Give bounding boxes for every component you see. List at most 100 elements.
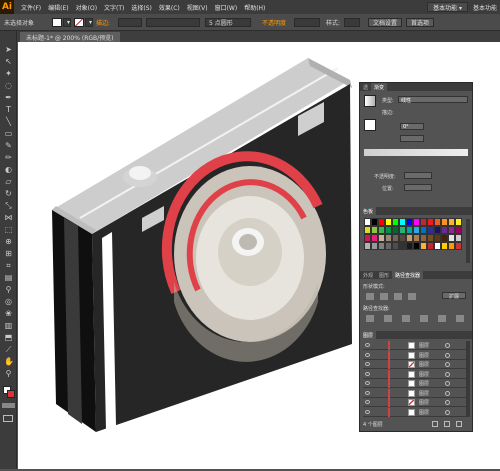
swatch[interactable]: [371, 218, 378, 226]
tab-appearance[interactable]: 外观: [360, 271, 376, 279]
swatch[interactable]: [392, 242, 399, 250]
tab-gradient[interactable]: 渐变: [371, 83, 388, 91]
menu-effect[interactable]: 效果(C): [159, 3, 180, 12]
minus-front-icon[interactable]: [380, 293, 388, 300]
swatch[interactable]: [427, 242, 434, 250]
layer-target-icon[interactable]: [445, 400, 450, 405]
swatch[interactable]: [399, 226, 406, 234]
pen-icon[interactable]: ✒: [4, 93, 13, 102]
outline-icon[interactable]: [438, 315, 446, 322]
swatch[interactable]: [427, 218, 434, 226]
swatch[interactable]: [413, 234, 420, 242]
artboard-icon[interactable]: ⬒: [4, 333, 13, 342]
gradient-preview[interactable]: [364, 95, 376, 107]
swatch[interactable]: [406, 242, 413, 250]
layer-row[interactable]: 图层: [363, 350, 470, 360]
preferences-button[interactable]: 首选项: [406, 18, 435, 27]
swatch[interactable]: [392, 226, 399, 234]
swatch[interactable]: [448, 234, 455, 242]
tab-transparency[interactable]: 透: [360, 83, 371, 91]
document-setup-button[interactable]: 文档设置: [368, 18, 403, 27]
intersect-icon[interactable]: [394, 293, 402, 300]
document-tab[interactable]: 未标题-1* @ 200% (RGB/预览): [20, 32, 120, 42]
crop-icon[interactable]: [420, 315, 428, 322]
swatch[interactable]: [455, 242, 462, 250]
menu-view[interactable]: 视图(V): [187, 3, 208, 12]
swatch[interactable]: [371, 242, 378, 250]
magic-wand-icon[interactable]: ✦: [4, 69, 13, 78]
menu-object[interactable]: 对象(O): [76, 3, 97, 12]
menu-help[interactable]: 帮助(H): [244, 3, 265, 12]
stroke-dropdown[interactable]: ▾: [85, 18, 93, 27]
brush-dropdown[interactable]: 5 点圆形: [205, 18, 251, 27]
workspace-button[interactable]: 基本功能 ▾: [427, 2, 468, 12]
swatch[interactable]: [399, 218, 406, 226]
delete-layer-icon[interactable]: [456, 421, 462, 427]
screen-mode-icon[interactable]: [3, 415, 13, 422]
fill-swatch[interactable]: [52, 18, 62, 27]
swatch[interactable]: [399, 234, 406, 242]
merge-icon[interactable]: [402, 315, 410, 322]
type-icon[interactable]: T: [4, 105, 13, 114]
new-layer-icon[interactable]: [444, 421, 450, 427]
gradient-angle-field[interactable]: 0°: [400, 123, 424, 130]
swatch[interactable]: [385, 242, 392, 250]
swatch[interactable]: [448, 226, 455, 234]
swatch[interactable]: [455, 218, 462, 226]
swatch[interactable]: [434, 242, 441, 250]
perspective-icon[interactable]: ⊞: [4, 249, 13, 258]
swatch[interactable]: [448, 218, 455, 226]
gradient-icon[interactable]: ▤: [4, 273, 13, 282]
scale-icon[interactable]: ⤡: [4, 201, 13, 210]
column-graph-icon[interactable]: ▥: [4, 321, 13, 330]
swatch[interactable]: [455, 226, 462, 234]
visibility-eye-icon[interactable]: [365, 352, 370, 357]
swatch[interactable]: [420, 218, 427, 226]
swatch[interactable]: [392, 218, 399, 226]
layers-scrollbar[interactable]: [466, 341, 470, 417]
layer-row[interactable]: 图层: [363, 341, 470, 350]
color-mode-icons[interactable]: [2, 403, 15, 408]
paintbrush-icon[interactable]: ✎: [4, 141, 13, 150]
tab-pathfinder[interactable]: 路径查找器: [392, 271, 424, 279]
layer-row[interactable]: 图层: [363, 360, 470, 369]
menu-window[interactable]: 窗口(W): [215, 3, 238, 12]
swatch[interactable]: [427, 234, 434, 242]
rectangle-icon[interactable]: ▭: [4, 129, 13, 138]
visibility-eye-icon[interactable]: [365, 409, 370, 414]
swatch[interactable]: [378, 226, 385, 234]
rotate-icon[interactable]: ↻: [4, 189, 13, 198]
swatch[interactable]: [441, 242, 448, 250]
visibility-eye-icon[interactable]: [365, 381, 370, 385]
tab-layers[interactable]: 图层: [360, 331, 377, 339]
menu-select[interactable]: 选择(S): [131, 3, 152, 12]
blob-brush-icon[interactable]: ◐: [4, 165, 13, 174]
menu-file[interactable]: 文件(F): [21, 3, 41, 12]
swatch[interactable]: [385, 218, 392, 226]
swatch[interactable]: [441, 226, 448, 234]
layer-target-icon[interactable]: [445, 352, 450, 358]
direct-selection-icon[interactable]: ↖: [4, 57, 13, 66]
swatch[interactable]: [399, 242, 406, 250]
swatch[interactable]: [364, 242, 371, 250]
zoom-icon[interactable]: ⚲: [4, 369, 13, 378]
swatch[interactable]: [441, 234, 448, 242]
layer-target-icon[interactable]: [445, 343, 450, 348]
layer-row[interactable]: 图层: [363, 388, 470, 398]
swatch[interactable]: [406, 226, 413, 234]
gradient-slider[interactable]: [364, 149, 468, 156]
swatch[interactable]: [364, 234, 371, 242]
swatch[interactable]: [364, 226, 371, 234]
layer-target-icon[interactable]: [445, 381, 450, 386]
swatch[interactable]: [378, 234, 385, 242]
swatch[interactable]: [434, 218, 441, 226]
menu-edit[interactable]: 编辑(E): [48, 3, 68, 12]
line-icon[interactable]: ╲: [4, 117, 13, 126]
style-dropdown[interactable]: [344, 18, 360, 27]
eyedropper-icon[interactable]: ⚲: [4, 285, 13, 294]
fill-dropdown[interactable]: ▾: [63, 18, 71, 27]
tab-graphic-styles[interactable]: 图形: [376, 271, 392, 279]
exclude-icon[interactable]: [408, 293, 416, 300]
lasso-icon[interactable]: ◌: [4, 81, 13, 90]
menu-type[interactable]: 文字(T): [104, 3, 124, 12]
